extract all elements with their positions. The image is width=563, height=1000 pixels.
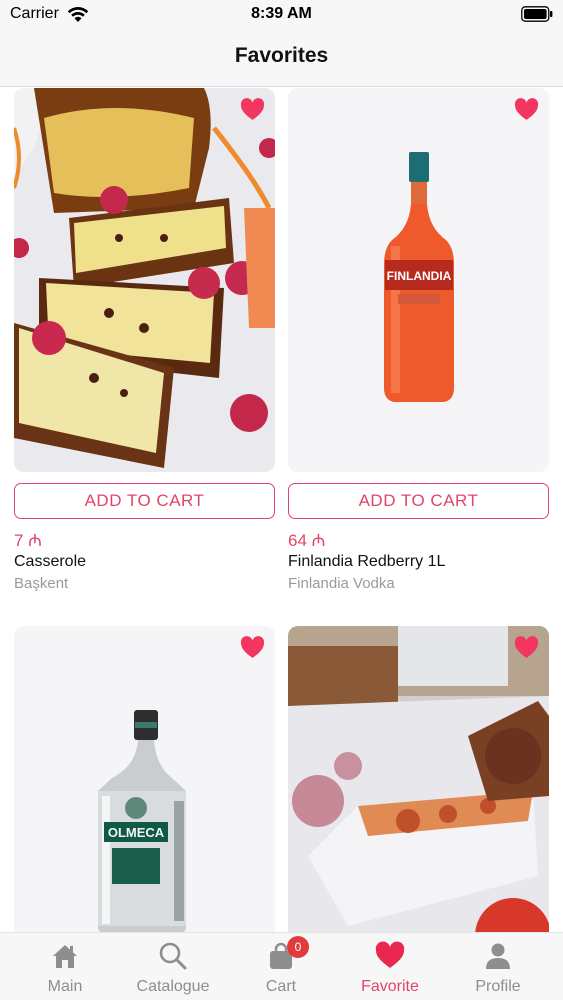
product-name: Casserole	[14, 553, 87, 570]
add-to-cart-button[interactable]: ADD TO CART	[288, 483, 549, 519]
cart-count-badge: 0	[287, 936, 309, 958]
tab-label: Profile	[475, 978, 521, 995]
product-image[interactable]	[288, 626, 549, 932]
tab-label: Catalogue	[136, 978, 210, 995]
tab-label: Cart	[265, 978, 297, 995]
status-bar: Carrier 8:39 AM	[0, 0, 563, 30]
olmeca-bottle: OLMECA	[14, 626, 275, 932]
tab-bar: Main Catalogue 0 Cart Favorite Profile	[0, 932, 563, 1000]
add-to-cart-button[interactable]: ADD TO CART	[14, 483, 275, 519]
product-name: Finlandia Redberry 1L	[288, 553, 446, 570]
product-image[interactable]	[14, 88, 275, 472]
person-icon	[486, 943, 510, 969]
page-title: Favorites	[234, 44, 329, 67]
tab-catalogue[interactable]: Catalogue	[117, 933, 229, 1000]
dessert-roll-photo	[288, 626, 549, 932]
tab-cart[interactable]: 0 Cart	[225, 933, 337, 1000]
clock: 8:39 AM	[251, 5, 312, 22]
favorite-heart-icon[interactable]	[514, 636, 539, 659]
favorite-heart-icon[interactable]	[240, 98, 265, 121]
tab-label: Favorite	[361, 978, 419, 995]
navigation-bar: Favorites	[0, 30, 563, 87]
product-brand: Finlandia Vodka	[288, 575, 395, 592]
product-price: 64 ₼	[288, 531, 326, 550]
product-image[interactable]: FINLANDIA	[288, 88, 549, 472]
search-icon	[159, 942, 187, 970]
tab-favorite[interactable]: Favorite	[334, 933, 446, 1000]
favorite-heart-icon[interactable]	[514, 98, 539, 121]
finlandia-bottle: FINLANDIA	[288, 88, 549, 472]
casserole-photo	[14, 88, 275, 472]
battery-icon	[521, 6, 553, 22]
heart-icon	[375, 941, 405, 968]
product-price: 7 ₼	[14, 531, 42, 550]
tab-main[interactable]: Main	[9, 933, 121, 1000]
bottle-brand-label: FINLANDIA	[387, 269, 452, 283]
bottle-brand-label: OLMECA	[108, 825, 165, 840]
tab-label: Main	[47, 978, 83, 995]
favorites-grid[interactable]: ADD TO CART 7 ₼ Casserole Başkent FINLAN…	[0, 88, 563, 932]
home-icon	[53, 945, 77, 968]
tab-profile[interactable]: Profile	[442, 933, 554, 1000]
product-brand: Başkent	[14, 575, 69, 592]
favorite-heart-icon[interactable]	[240, 636, 265, 659]
product-image[interactable]: OLMECA	[14, 626, 275, 932]
